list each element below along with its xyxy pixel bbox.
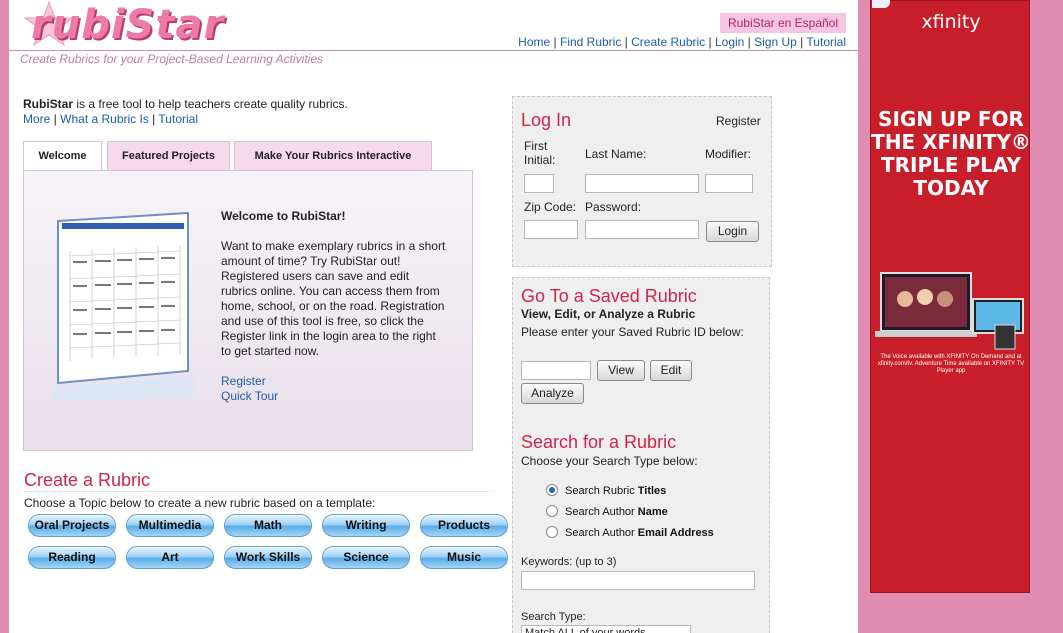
search-author-name-radio[interactable] [546, 505, 558, 517]
saved-rubric-subtitle: View, Edit, or Analyze a Rubric [521, 307, 696, 321]
login-title: Log In [521, 110, 572, 130]
topic-work-skills-button[interactable]: Work Skills [224, 546, 312, 569]
saved-search-panel: Go To a Saved Rubric View, Edit, or Anal… [512, 277, 770, 633]
intro-tutorial-link[interactable]: Tutorial [158, 112, 198, 126]
login-button[interactable]: Login [706, 221, 759, 242]
login-panel: Log In Register First Initial: Last Name… [512, 96, 772, 267]
header-divider [9, 50, 858, 51]
search-titles-bold: Titles [637, 485, 667, 497]
intro-description: is a free tool to help teachers create q… [73, 97, 348, 111]
xfinity-ad[interactable]: xfinity SIGN UP FOR THE XFINITY® TRIPLE … [870, 0, 1030, 593]
more-link[interactable]: More [23, 112, 50, 126]
keywords-label: Keywords: (up to 3) [521, 556, 617, 568]
intro-text: RubiStar is a free tool to help teachers… [23, 97, 348, 126]
rubistar-logo[interactable]: rubiStar [19, 0, 259, 50]
nav-home[interactable]: Home [518, 35, 550, 49]
topic-music-button[interactable]: Music [420, 546, 508, 569]
topic-products-button[interactable]: Products [420, 514, 508, 537]
search-titles-text: Search Rubric [565, 485, 638, 497]
saved-rubric-prompt: Please enter your Saved Rubric ID below: [521, 325, 744, 339]
tagline: Create Rubrics for your Project-Based Le… [20, 52, 324, 66]
topic-math-button[interactable]: Math [224, 514, 312, 537]
search-type-prompt: Choose your Search Type below: [521, 454, 698, 468]
nav-login[interactable]: Login [715, 35, 744, 49]
search-author-email-label: Search Author Email Address [565, 527, 714, 539]
zip-code-label: Zip Code: [524, 200, 577, 214]
last-name-input[interactable] [585, 174, 699, 193]
search-rubric-title: Search for a Rubric [521, 432, 677, 452]
search-author-email-radio[interactable] [546, 526, 558, 538]
topic-multimedia-button[interactable]: Multimedia [126, 514, 214, 537]
create-divider [24, 491, 492, 492]
modifier-label: Modifier: [705, 147, 752, 161]
search-author-email-text: Search Author [565, 527, 638, 539]
password-input[interactable] [585, 220, 699, 239]
ad-headline: SIGN UP FOR THE XFINITY® TRIPLE PLAY TOD… [871, 107, 1030, 200]
login-register-link[interactable]: Register [716, 114, 761, 128]
nav-find-rubric[interactable]: Find Rubric [560, 35, 621, 49]
password-label: Password: [585, 200, 642, 214]
nav-tutorial[interactable]: Tutorial [806, 35, 846, 49]
analyze-button[interactable]: Analyze [521, 383, 584, 404]
welcome-body: Want to make exemplary rubrics in a shor… [221, 239, 446, 358]
nav-sign-up[interactable]: Sign Up [754, 35, 797, 49]
rubric-id-input[interactable] [521, 361, 591, 380]
saved-rubric-title: Go To a Saved Rubric [521, 286, 697, 306]
edit-button[interactable]: Edit [650, 360, 692, 381]
search-titles-label: Search Rubric Titles [565, 485, 666, 497]
topic-oral-projects-button[interactable]: Oral Projects [28, 514, 116, 537]
xfinity-logo: xfinity [921, 11, 981, 33]
welcome-panel: Welcome to RubiStar! Want to make exempl… [23, 170, 473, 451]
ad-choices-icon[interactable] [872, 0, 890, 8]
search-author-name-label: Search Author Name [565, 506, 668, 518]
tab-make-rubrics-interactive[interactable]: Make Your Rubrics Interactive [234, 141, 432, 171]
top-nav: Home | Find Rubric | Create Rubric | Log… [518, 35, 846, 49]
nav-create-rubric[interactable]: Create Rubric [631, 35, 705, 49]
search-titles-radio[interactable] [546, 484, 558, 496]
first-initial-label: First Initial: [524, 139, 556, 167]
espanol-link[interactable]: RubiStar en Español [720, 13, 846, 33]
rubric-screenshot-image [52, 211, 194, 401]
devices-image [875, 272, 1024, 350]
logo-text: rubiStar [31, 2, 225, 48]
topic-art-button[interactable]: Art [126, 546, 214, 569]
page-container: rubiStar Create Rubrics for your Project… [9, 0, 858, 633]
modifier-input[interactable] [705, 174, 753, 193]
search-author-name-bold: Name [637, 506, 668, 518]
topic-writing-button[interactable]: Writing [322, 514, 410, 537]
quick-tour-link[interactable]: Quick Tour [221, 389, 278, 403]
search-type-label: Search Type: [521, 611, 586, 623]
search-author-email-bold: Email Address [637, 527, 714, 539]
create-rubric-subtitle: Choose a Topic below to create a new rub… [24, 496, 376, 510]
intro-brand: RubiStar [23, 97, 74, 111]
search-type-select[interactable]: Match ALL of your words [521, 625, 691, 633]
search-author-name-text: Search Author [565, 506, 638, 518]
last-name-label: Last Name: [585, 147, 647, 161]
ad-fine-print: The Voice available with XFINITY On Dema… [877, 354, 1025, 374]
keywords-input[interactable] [521, 571, 755, 590]
view-button[interactable]: View [597, 360, 645, 381]
create-rubric-title: Create a Rubric [24, 470, 151, 490]
tab-featured-projects[interactable]: Featured Projects [107, 141, 230, 171]
zip-code-input[interactable] [524, 220, 578, 239]
topic-reading-button[interactable]: Reading [28, 546, 116, 569]
what-a-rubric-is-link[interactable]: What a Rubric Is [60, 112, 149, 126]
first-initial-input[interactable] [524, 174, 554, 193]
topic-science-button[interactable]: Science [322, 546, 410, 569]
welcome-title: Welcome to RubiStar! [221, 209, 346, 223]
tab-welcome[interactable]: Welcome [23, 141, 102, 172]
welcome-register-link[interactable]: Register [221, 374, 266, 388]
